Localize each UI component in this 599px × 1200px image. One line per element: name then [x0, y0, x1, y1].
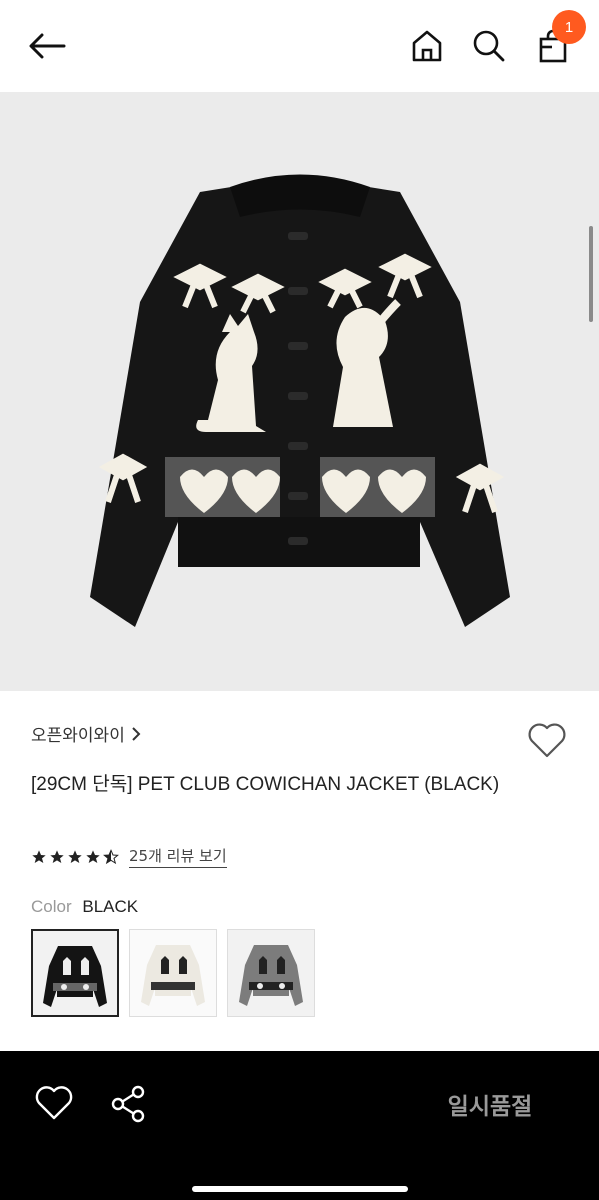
- top-app-bar: 1: [0, 0, 599, 92]
- product-title: [29CM 단독] PET CLUB COWICHAN JACKET (BLAC…: [31, 774, 500, 795]
- home-button[interactable]: [404, 24, 450, 68]
- color-options: [31, 929, 315, 1017]
- chevron-right-icon: [132, 726, 141, 741]
- cardigan-illustration: [90, 174, 510, 627]
- scrollbar-thumb[interactable]: [589, 226, 593, 322]
- star-icon: [86, 849, 100, 863]
- wishlist-bottom-button[interactable]: [34, 1085, 78, 1125]
- star-half-icon: [103, 848, 119, 864]
- back-button[interactable]: [22, 24, 72, 68]
- heart-outline-icon: [35, 1086, 73, 1120]
- brand-link[interactable]: 오픈와이와이: [31, 721, 141, 746]
- color-value: BLACK: [82, 897, 139, 916]
- bottom-action-bar: 일시품절: [0, 1051, 599, 1200]
- product-info: 오픈와이와이 [29CM 단독] PET CLUB COWICHAN JACKE…: [0, 691, 599, 1051]
- wishlist-button[interactable]: [526, 721, 568, 761]
- product-image[interactable]: [0, 92, 599, 691]
- cart-count-badge: 1: [552, 10, 586, 44]
- sold-out-status: 일시품절: [447, 1094, 533, 1120]
- rating-row: 25개 리뷰 보기: [31, 845, 227, 868]
- thumb-image: [228, 930, 314, 1016]
- arrow-left-icon: [29, 33, 66, 59]
- star-icon: [32, 849, 46, 863]
- thumb-image: [33, 931, 117, 1015]
- thumb-image: [130, 930, 216, 1016]
- share-icon: [111, 1085, 145, 1123]
- home-indicator: [192, 1186, 408, 1192]
- star-icon: [68, 849, 82, 863]
- home-icon: [412, 30, 442, 62]
- share-button[interactable]: [108, 1083, 150, 1127]
- color-row: Color BLACK: [31, 897, 138, 917]
- heart-outline-icon: [528, 723, 566, 758]
- color-option-black[interactable]: [31, 929, 119, 1017]
- color-label: Color: [31, 897, 72, 916]
- search-icon: [473, 30, 505, 62]
- color-option-gray[interactable]: [227, 929, 315, 1017]
- star-rating: [31, 848, 119, 865]
- color-option-ivory[interactable]: [129, 929, 217, 1017]
- brand-name: 오픈와이와이: [31, 726, 125, 746]
- review-link[interactable]: 25개 리뷰 보기: [129, 845, 227, 868]
- star-icon: [50, 849, 64, 863]
- search-button[interactable]: [466, 24, 512, 68]
